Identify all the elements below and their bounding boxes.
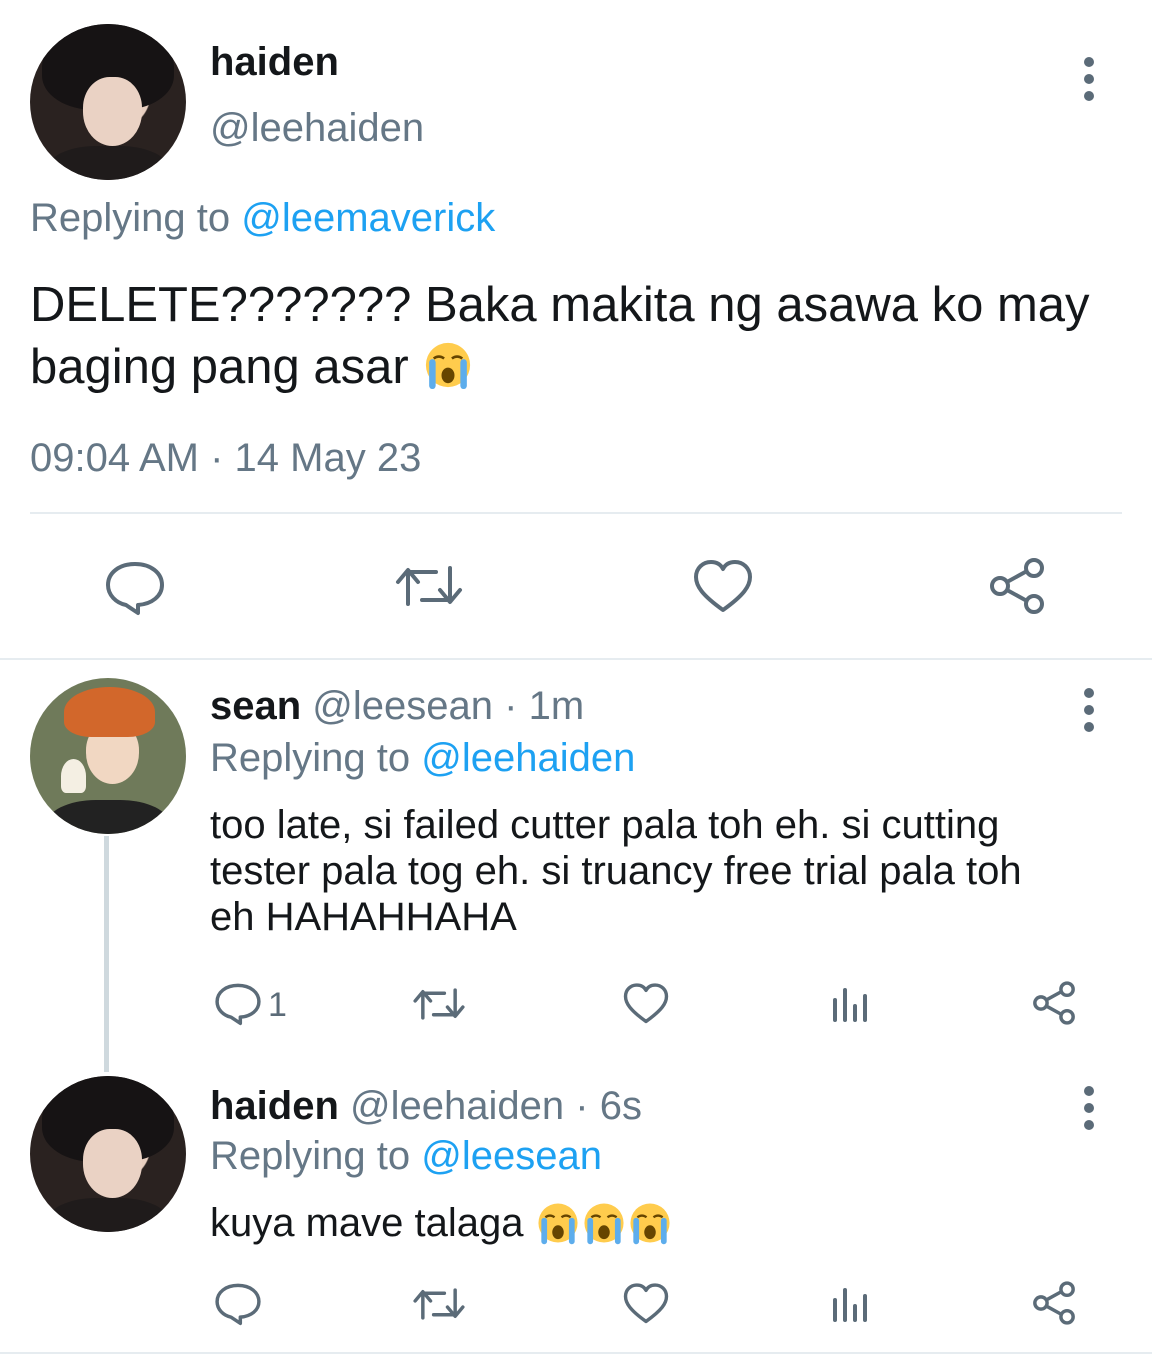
replying-to-link[interactable]: @leesean: [421, 1134, 602, 1178]
avatar-sean[interactable]: [30, 678, 186, 834]
reply-icon[interactable]: [214, 1282, 262, 1326]
tweet-text-line: baging pang asar: [30, 340, 409, 394]
replying-to-link[interactable]: @leemaverick: [241, 196, 495, 240]
more-options-icon[interactable]: [1083, 1086, 1095, 1130]
reply-text-line: kuya mave talaga: [210, 1201, 524, 1245]
more-options-icon[interactable]: [1083, 57, 1095, 101]
replying-to-link[interactable]: @leehaiden: [421, 736, 635, 780]
reply-icon[interactable]: [104, 560, 166, 616]
divider: [0, 658, 1152, 660]
share-icon[interactable]: [986, 556, 1048, 616]
crying-face-emoji-icon: [584, 1203, 624, 1245]
tweet-text-line: DELETE??????? Baka makita ng asawa ko ma…: [30, 278, 1090, 332]
replying-prefix: Replying to: [30, 196, 231, 240]
tweet-timestamp: 09:04 AM · 14 May 23: [30, 436, 422, 480]
like-icon[interactable]: [692, 558, 754, 616]
retweet-icon[interactable]: [412, 984, 466, 1024]
analytics-icon[interactable]: [830, 984, 870, 1024]
reply-header: haiden @leehaiden · 6s: [210, 1084, 642, 1129]
reply-text: kuya mave talaga: [210, 1200, 673, 1246]
tweet-text: DELETE??????? Baka makita ng asawa ko ma…: [30, 274, 1090, 398]
analytics-icon[interactable]: [830, 1284, 870, 1324]
reply-header: sean @leesean · 1m: [210, 684, 584, 729]
reply-count: 1: [268, 986, 287, 1024]
retweet-icon[interactable]: [394, 560, 464, 612]
reply-icon[interactable]: [214, 982, 262, 1026]
avatar-haiden[interactable]: [30, 24, 186, 180]
reply-text: too late, si failed cutter pala toh eh. …: [210, 802, 1022, 940]
thread-line: [104, 836, 109, 1072]
display-name[interactable]: sean: [210, 684, 301, 728]
share-icon[interactable]: [1030, 1280, 1078, 1326]
replying-prefix: Replying to: [210, 736, 411, 780]
crying-face-emoji-icon: [630, 1203, 670, 1245]
like-icon[interactable]: [622, 1282, 670, 1326]
reply-text-line: eh HAHAHHAHA: [210, 895, 517, 939]
replying-to: Replying to @leesean: [210, 1134, 602, 1179]
reply-time: · 6s: [575, 1084, 642, 1128]
like-icon[interactable]: [622, 982, 670, 1026]
reply-text-line: tester pala tog eh. si truancy free tria…: [210, 849, 1022, 893]
reply-time: · 1m: [504, 684, 585, 728]
display-name[interactable]: haiden: [210, 40, 339, 85]
handle[interactable]: @leehaiden: [350, 1084, 564, 1128]
handle[interactable]: @leesean: [312, 684, 493, 728]
reply-text-line: too late, si failed cutter pala toh eh. …: [210, 803, 1000, 847]
crying-face-emoji-icon: [538, 1203, 578, 1245]
display-name[interactable]: haiden: [210, 1084, 339, 1128]
share-icon[interactable]: [1030, 980, 1078, 1026]
retweet-icon[interactable]: [412, 1284, 466, 1324]
replying-to: Replying to @leemaverick: [30, 196, 495, 241]
divider: [30, 512, 1122, 514]
replying-prefix: Replying to: [210, 1134, 411, 1178]
more-options-icon[interactable]: [1083, 688, 1095, 732]
replying-to: Replying to @leehaiden: [210, 736, 635, 781]
handle[interactable]: @leehaiden: [210, 106, 424, 151]
divider: [0, 1352, 1152, 1354]
crying-face-emoji-icon: [426, 342, 471, 390]
avatar-haiden[interactable]: [30, 1076, 186, 1232]
